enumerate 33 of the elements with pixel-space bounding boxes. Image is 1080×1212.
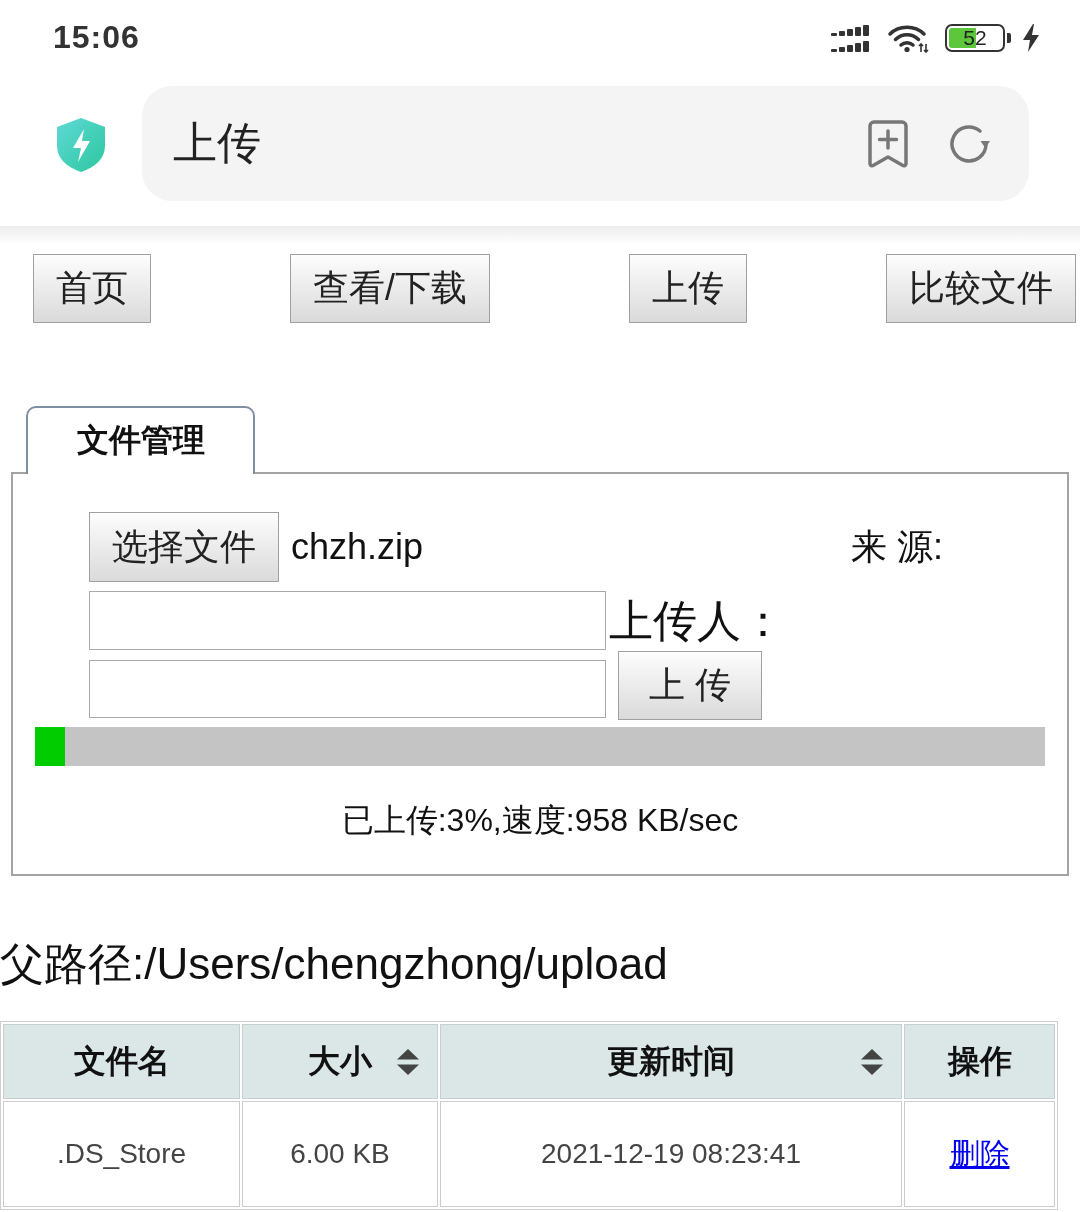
sort-icon[interactable] [397,1048,419,1075]
column-label: 更新时间 [607,1042,735,1079]
delete-link[interactable]: 删除 [949,1136,1010,1170]
header-cell[interactable]: 更新时间 [440,1024,902,1099]
table-cell: 6.00 KB [242,1101,438,1207]
clock-time: 15:06 [53,19,140,56]
bookmark-add-icon[interactable] [867,118,909,169]
uploader-label: 上传人： [609,595,785,647]
table-cell: .DS_Store [3,1101,240,1207]
choose-file-button[interactable]: 选择文件 [89,512,279,582]
upload-button[interactable]: 上 传 [618,651,762,720]
column-label: 大小 [308,1042,372,1079]
column-label: 文件名 [73,1042,170,1079]
nav-button[interactable]: 比较文件 [885,254,1076,323]
sort-icon[interactable] [861,1048,883,1075]
signal-icon [829,22,871,53]
nav-button[interactable]: 上传 [629,254,747,323]
column-label: 操作 [947,1042,1012,1079]
nav-button[interactable]: 查看/下载 [290,254,490,323]
file-name: chzh.zip [291,526,424,568]
source-label: 来 源: [851,524,943,569]
nav-button[interactable]: 首页 [33,254,151,323]
progress-status: 已上传:3%,速度:958 KB/sec [340,801,740,840]
panel-tab[interactable]: 文件管理 [26,406,255,474]
parent-path: 父路径:/Users/chengzhong/upload [0,938,668,990]
shield-icon [55,117,107,173]
address-bar[interactable]: 上传 [142,86,1029,201]
page-title: 上传 [173,117,261,169]
input-field[interactable] [89,591,606,650]
table-cell: 2021-12-19 08:23:41 [440,1101,902,1207]
header-cell[interactable]: 大小 [242,1024,438,1099]
input-field[interactable] [89,660,606,718]
charging-icon [1022,23,1040,52]
